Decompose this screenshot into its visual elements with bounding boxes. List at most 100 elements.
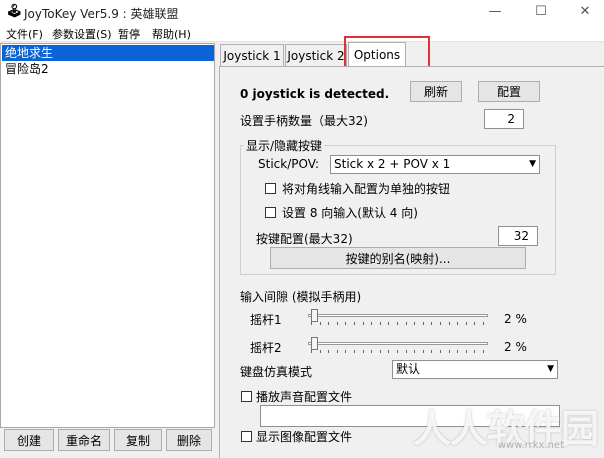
stick1-label: 摇杆1 (250, 313, 282, 327)
joystick-count-field[interactable]: 2 (484, 109, 524, 129)
diagonal-label: 将对角线输入配置为单独的按钮 (282, 182, 451, 196)
slider-tick (336, 350, 338, 353)
slider-tick (422, 350, 424, 353)
slider-tick (405, 350, 407, 353)
joystick-count-label: 设置手柄数量（最大32) (240, 114, 368, 128)
slider-tick (345, 350, 347, 353)
stickpov-label: Stick/POV: (258, 157, 319, 171)
watermark-url: www.rrkx.net (497, 440, 564, 451)
joystick-status: 0 joystick is detected. (240, 87, 390, 101)
keyboard-mode-label: 键盘仿真模式 (240, 365, 313, 379)
slider-tick (354, 350, 355, 353)
stick2-thumb[interactable] (311, 337, 319, 350)
input-interval-label: 输入间隙 (模拟手柄用) (240, 290, 362, 304)
button-display-group-title: 显示/隐藏按键 (244, 137, 325, 154)
slider-tick (336, 322, 338, 325)
close-button[interactable]: ✕ (570, 3, 600, 21)
slider-tick (465, 322, 467, 325)
stick1-ticks (308, 322, 488, 326)
minimize-button[interactable]: — (480, 3, 510, 21)
slider-tick (483, 350, 484, 353)
stick1-thumb[interactable] (311, 309, 319, 322)
slider-tick (362, 350, 364, 353)
slider-tick (457, 322, 459, 325)
show-image-checkbox[interactable] (241, 431, 252, 442)
menu-pause[interactable]: 暂停 (118, 26, 140, 42)
slider-tick (474, 322, 476, 325)
slider-tick (414, 350, 416, 353)
slider-tick (345, 322, 347, 325)
slider-tick (465, 350, 467, 353)
slider-tick (319, 322, 321, 325)
stick2-track (308, 342, 488, 345)
maximize-button[interactable]: ☐ (526, 3, 556, 21)
slider-tick (457, 350, 459, 353)
config-button[interactable]: 配置 (478, 81, 540, 102)
button-count-field[interactable]: 32 (498, 226, 538, 246)
config-list[interactable]: 绝地求生 冒险岛2 (0, 43, 215, 428)
slider-tick (414, 322, 416, 325)
slider-tick (371, 350, 373, 353)
play-sound-checkbox[interactable] (241, 391, 252, 402)
joystick-icon: 🕹 (6, 4, 23, 19)
menu-settings[interactable]: 参数设置(S) (52, 26, 112, 42)
stick2-ticks (308, 350, 488, 354)
slider-tick (311, 322, 312, 325)
keyboard-mode-value: 默认 (396, 362, 421, 376)
slider-tick (328, 350, 330, 353)
slider-tick (448, 350, 450, 353)
menu-file[interactable]: 文件(F) (6, 26, 43, 42)
slider-tick (440, 350, 441, 353)
refresh-button[interactable]: 刷新 (410, 81, 462, 102)
button-count-label: 按键配置(最大32) (256, 232, 353, 246)
chevron-down-icon: ▼ (547, 364, 554, 374)
slider-tick (388, 322, 390, 325)
rename-button[interactable]: 重命名 (58, 429, 110, 451)
slider-tick (311, 350, 312, 353)
eight-direction-checkbox[interactable] (265, 207, 276, 218)
stick2-label: 摇杆2 (250, 341, 282, 355)
slider-tick (397, 322, 398, 325)
title-bar: 🕹 JoyToKey Ver5.9 : 英雄联盟 — ☐ ✕ (0, 0, 604, 24)
copy-button[interactable]: 复制 (114, 429, 162, 451)
slider-tick (328, 322, 330, 325)
slider-tick (379, 322, 381, 325)
stick1-value: 2 % (504, 312, 527, 326)
chevron-down-icon: ▼ (529, 159, 536, 169)
slider-tick (483, 322, 484, 325)
menu-help[interactable]: 帮助(H) (152, 26, 191, 42)
slider-tick (431, 322, 433, 325)
play-sound-label: 播放声音配置文件 (256, 390, 353, 404)
slider-tick (474, 350, 476, 353)
slider-tick (440, 322, 441, 325)
alias-button[interactable]: 按键的别名(映射)... (270, 247, 526, 269)
delete-button[interactable]: 删除 (166, 429, 212, 451)
slider-tick (319, 350, 321, 353)
stickpov-select[interactable]: Stick x 2 + POV x 1 ▼ (330, 155, 540, 174)
stick1-track (308, 314, 488, 317)
config-item-2[interactable]: 冒险岛2 (2, 61, 214, 77)
stickpov-value: Stick x 2 + POV x 1 (334, 157, 451, 171)
slider-tick (379, 350, 381, 353)
slider-tick (448, 322, 450, 325)
create-button[interactable]: 创建 (4, 429, 54, 451)
slider-tick (397, 350, 398, 353)
stick2-slider[interactable] (308, 332, 488, 354)
slider-tick (354, 322, 355, 325)
slider-tick (362, 322, 364, 325)
keyboard-mode-select[interactable]: 默认 ▼ (392, 360, 558, 379)
slider-tick (371, 322, 373, 325)
eight-direction-label: 设置 8 向输入(默认 4 向) (282, 206, 418, 220)
window-title: JoyToKey Ver5.9 : 英雄联盟 (24, 7, 179, 21)
tab-joystick-2[interactable]: Joystick 2 (285, 44, 347, 66)
slider-tick (405, 322, 407, 325)
slider-tick (422, 322, 424, 325)
stick1-slider[interactable] (308, 304, 488, 326)
config-item-1[interactable]: 绝地求生 (2, 45, 214, 61)
tab-joystick-1[interactable]: Joystick 1 (220, 44, 284, 66)
stick2-value: 2 % (504, 340, 527, 354)
slider-tick (388, 350, 390, 353)
show-image-label: 显示图像配置文件 (256, 430, 353, 444)
menu-bar: 文件(F) 参数设置(S) 暂停 帮助(H) (0, 24, 604, 42)
diagonal-checkbox[interactable] (265, 183, 276, 194)
